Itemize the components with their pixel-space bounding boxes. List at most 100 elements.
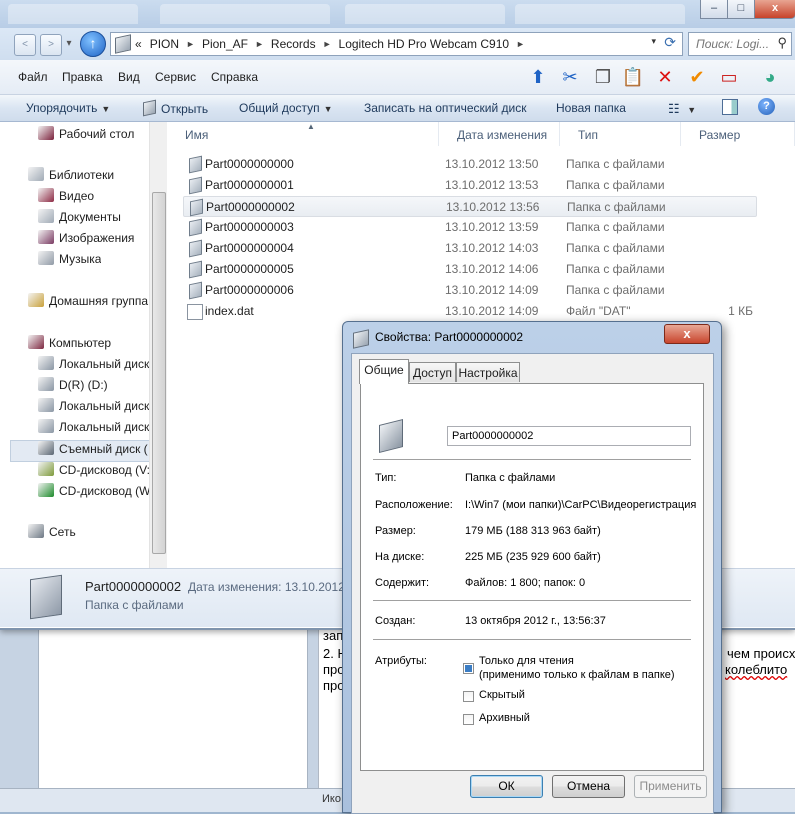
menu-view[interactable]: Вид <box>118 70 140 84</box>
apply-button[interactable]: Применить <box>634 775 707 798</box>
organize-button[interactable]: Упорядочить ▼ <box>26 101 110 115</box>
column-header-size[interactable]: Размер <box>681 122 795 146</box>
file-row[interactable]: Part0000000004 13.10.2012 14:03 Папка с … <box>183 238 757 259</box>
preview-pane-icon[interactable] <box>722 99 738 115</box>
copy-icon[interactable]: ❐ <box>590 65 616 89</box>
readonly-label[interactable]: Только для чтения <box>479 655 574 667</box>
breadcrumb-separator-icon[interactable]: ► <box>252 39 267 49</box>
paste-icon[interactable]: 📋 <box>620 65 646 89</box>
ok-button[interactable]: ОК <box>470 775 543 798</box>
menu-tools[interactable]: Сервис <box>155 70 196 84</box>
nav-item-local-disk-3[interactable]: Локальный диск <box>38 417 149 437</box>
file-row[interactable]: Part0000000000 13.10.2012 13:50 Папка с … <box>183 154 757 175</box>
breadcrumb-records[interactable]: Records <box>267 37 320 51</box>
up-folder-button[interactable]: ↑ <box>80 31 106 57</box>
nav-item-video[interactable]: Видео <box>38 186 94 206</box>
folder-name-field[interactable] <box>447 426 691 446</box>
nav-item-cd-drive-v[interactable]: CD-дисковод (V: <box>38 460 149 480</box>
nav-item-libraries[interactable]: Библиотеки <box>28 165 114 185</box>
hidden-checkbox[interactable] <box>463 691 474 702</box>
forward-button[interactable]: > <box>40 34 62 56</box>
tab-general[interactable]: Общие <box>359 359 409 384</box>
breadcrumb-separator-icon[interactable]: ► <box>513 39 528 49</box>
search-input[interactable] <box>694 36 776 52</box>
address-dropdown-icon[interactable]: ▾ <box>651 36 656 47</box>
nav-item-documents[interactable]: Документы <box>38 207 121 227</box>
nav-item-computer[interactable]: Компьютер <box>28 333 111 353</box>
breadcrumb-pion[interactable]: PION <box>146 37 183 51</box>
open-button[interactable]: Открыть <box>143 99 208 117</box>
details-name: Part0000000002 <box>85 579 182 594</box>
background-tab <box>515 4 685 24</box>
created-label: Создан: <box>375 615 416 627</box>
file-row[interactable]: Part0000000001 13.10.2012 13:53 Папка с … <box>183 175 757 196</box>
nav-item-local-disk-1[interactable]: Локальный диск <box>38 354 149 374</box>
breadcrumb-separator-icon[interactable]: ► <box>320 39 335 49</box>
nav-item-homegroup[interactable]: Домашняя группа <box>28 291 149 311</box>
window-titlebar[interactable]: – □ x <box>0 0 795 28</box>
menu-help[interactable]: Справка <box>211 70 258 84</box>
nav-label: Локальный диск <box>59 357 149 371</box>
tab-sharing[interactable]: Доступ <box>409 362 456 382</box>
file-date: 13.10.2012 14:03 <box>445 241 539 255</box>
menu-file[interactable]: Файл <box>18 70 48 84</box>
view-options-icon[interactable]: ☷ ▼ <box>668 101 696 117</box>
nav-item-removable-disk[interactable]: Съемный диск ( <box>38 439 149 459</box>
cancel-button[interactable]: Отмена <box>552 775 625 798</box>
readonly-checkbox[interactable] <box>463 663 474 674</box>
breadcrumb-webcam[interactable]: Logitech HD Pro Webcam C910 <box>335 37 514 51</box>
column-header-type[interactable]: Тип <box>560 122 681 146</box>
delete-icon[interactable]: ✕ <box>652 65 678 89</box>
file-type: Папка с файлами <box>566 157 665 171</box>
share-button[interactable]: Общий доступ ▼ <box>239 101 333 115</box>
breadcrumb-pion-af[interactable]: Pion_AF <box>198 37 252 51</box>
nav-item-network[interactable]: Сеть <box>28 522 76 542</box>
column-header-name[interactable]: Имя <box>167 122 439 146</box>
search-box[interactable]: ⚲ <box>688 32 792 56</box>
file-date: 13.10.2012 13:56 <box>446 200 540 214</box>
burn-button[interactable]: Записать на оптический диск <box>364 101 527 115</box>
nav-item-cd-drive-w[interactable]: CD-дисковод (W <box>38 481 149 501</box>
tab-customize[interactable]: Настройка <box>456 362 520 382</box>
file-row[interactable]: Part0000000006 13.10.2012 14:09 Папка с … <box>183 280 757 301</box>
search-icon[interactable]: ⚲ <box>777 35 787 51</box>
refresh-icon[interactable]: ⟳ <box>664 34 676 51</box>
archive-label[interactable]: Архивный <box>479 712 530 724</box>
new-folder-button[interactable]: Новая папка <box>556 101 626 115</box>
column-header-date[interactable]: Дата изменения <box>439 122 560 146</box>
video-icon <box>38 188 54 202</box>
scrollbar-thumb[interactable] <box>152 192 166 554</box>
file-row[interactable]: index.dat 13.10.2012 14:09 Файл "DAT" 1 … <box>183 301 757 322</box>
nav-item-desktop[interactable]: Рабочий стол <box>38 124 134 144</box>
dialog-close-button[interactable]: x <box>664 324 710 344</box>
attributes-label: Атрибуты: <box>375 655 427 667</box>
nav-item-pictures[interactable]: Изображения <box>38 228 134 248</box>
maximize-button[interactable]: □ <box>727 0 755 19</box>
file-row[interactable]: Part0000000003 13.10.2012 13:59 Папка с … <box>183 217 757 238</box>
toolbar-up-icon[interactable]: ⬆ <box>525 65 551 89</box>
close-button[interactable]: x <box>754 0 795 19</box>
recent-pages-chevron-icon[interactable]: ▾ <box>64 34 74 54</box>
file-row-selected[interactable]: Part0000000002 13.10.2012 13:56 Папка с … <box>183 196 757 217</box>
properties-icon[interactable]: ▭ <box>716 65 742 89</box>
hidden-label[interactable]: Скрытый <box>479 689 525 701</box>
nav-item-music[interactable]: Музыка <box>38 249 101 269</box>
colorwheel-icon[interactable]: ◕ <box>757 65 783 89</box>
background-tab <box>345 4 505 24</box>
menu-edit[interactable]: Правка <box>62 70 103 84</box>
archive-checkbox[interactable] <box>463 714 474 725</box>
file-row[interactable]: Part0000000005 13.10.2012 14:06 Папка с … <box>183 259 757 280</box>
address-bar[interactable]: « PION ► Pion_AF ► Records ► Logitech HD… <box>110 32 683 56</box>
help-button[interactable]: ? <box>758 98 775 115</box>
navigation-scrollbar[interactable] <box>149 122 167 568</box>
folder-icon <box>115 34 131 54</box>
cut-icon[interactable]: ✂ <box>557 65 583 89</box>
nav-item-local-disk-2[interactable]: Локальный диск <box>38 396 149 416</box>
back-button[interactable]: < <box>14 34 36 56</box>
checkmark-icon[interactable]: ✔ <box>684 65 710 89</box>
address-overflow[interactable]: « <box>131 37 146 51</box>
dialog-title: Свойства: Part0000000002 <box>375 330 524 344</box>
minimize-button[interactable]: – <box>700 0 728 19</box>
breadcrumb-separator-icon[interactable]: ► <box>183 39 198 49</box>
nav-item-drive-d[interactable]: D(R) (D:) <box>38 375 149 395</box>
